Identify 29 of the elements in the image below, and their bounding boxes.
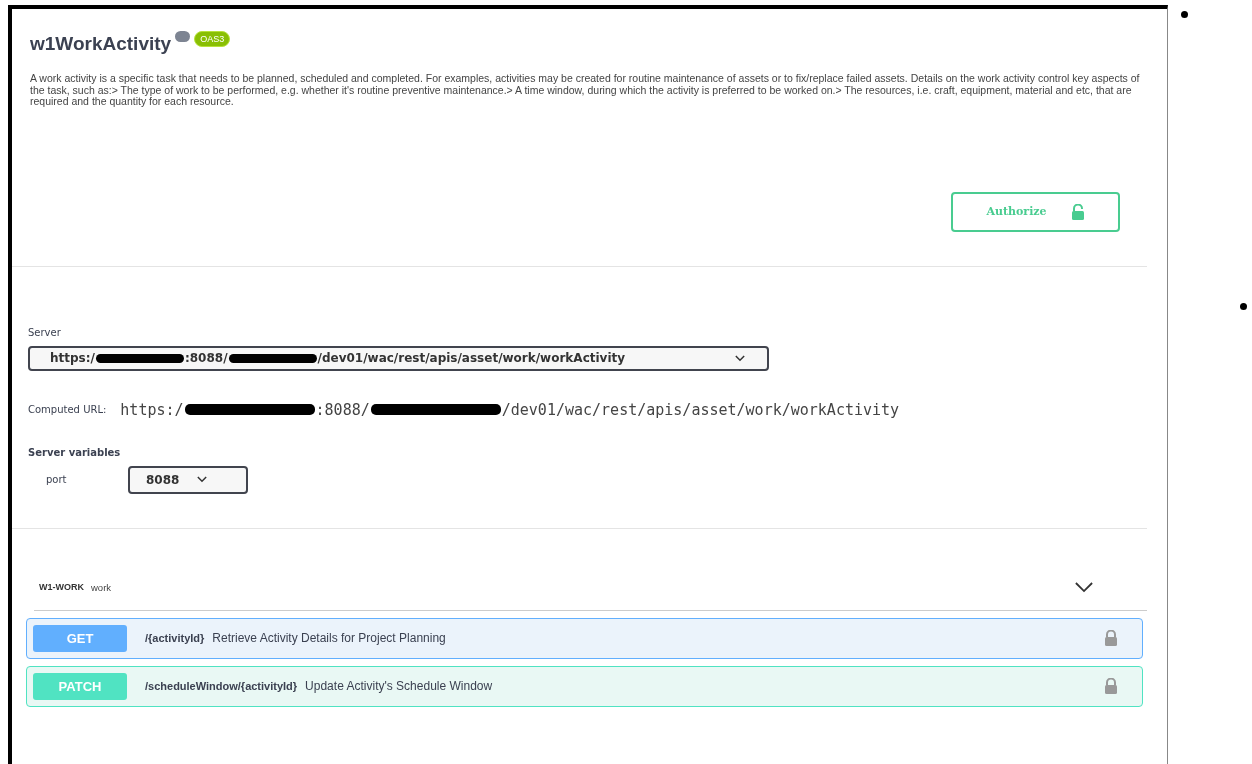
version-badge [175,31,191,42]
server-variables-label: Server variables [28,446,122,458]
lock-icon[interactable] [1104,630,1118,646]
lock-icon [1070,203,1085,220]
lock-icon[interactable] [1104,678,1118,694]
operation-row[interactable]: PATCH /scheduleWindow/{activityId} Update Activity's Schedule Window [26,665,1143,707]
spec-badge: OAS3 [194,31,231,47]
server-label: Server [28,326,62,338]
computed-url: https:/ :8088/ /dev01/wac/rest/apis/asset/work/workActivity [120,400,900,419]
api-title: w1WorkActivity [30,33,172,55]
operation-row[interactable]: GET /{activityId} Retrieve Activity Details for Project Planning [26,617,1143,659]
operation-path: /scheduleWindow/{activityId} [145,680,298,692]
variable-name: port [46,474,68,485]
dot-mark [1181,11,1188,18]
dot-mark [1240,303,1247,310]
server-select[interactable]: https:/ :8088/ /dev01/wac/rest/apis/asset/work/workActivity [28,345,769,371]
tag-name[interactable]: W1-WORK [39,582,84,592]
operation-summary: Update Activity's Schedule Window [305,679,494,693]
chevron-icon [735,354,745,362]
operation-path: /{activityId} [145,632,205,644]
computed-url-label: Computed URL: [28,404,107,415]
tag-description: work [91,581,113,593]
chevron-icon[interactable] [1075,581,1093,593]
api-description: A work activity is a specific task that needs to be planned, scheduled and completed. For examples, activities may be created for routine maintenance of assets or to fix/replace failed assets. Details on the work activity control key aspects of the task, such as:> The type of work to be performed, e.g. whether it's routine preventive maintenance.> A time window, during which the activity is preferred to be worked on.> The resources, i.e. craft, equipment, material and etc, that are required and the quantity for each resource. [30,73,1141,108]
method-badge: PATCH [33,672,127,700]
method-badge: GET [33,624,127,652]
variable-select[interactable]: 8088 [128,465,248,494]
operation-summary: Retrieve Activity Details for Project Planning [212,631,447,645]
chevron-icon [197,476,208,483]
